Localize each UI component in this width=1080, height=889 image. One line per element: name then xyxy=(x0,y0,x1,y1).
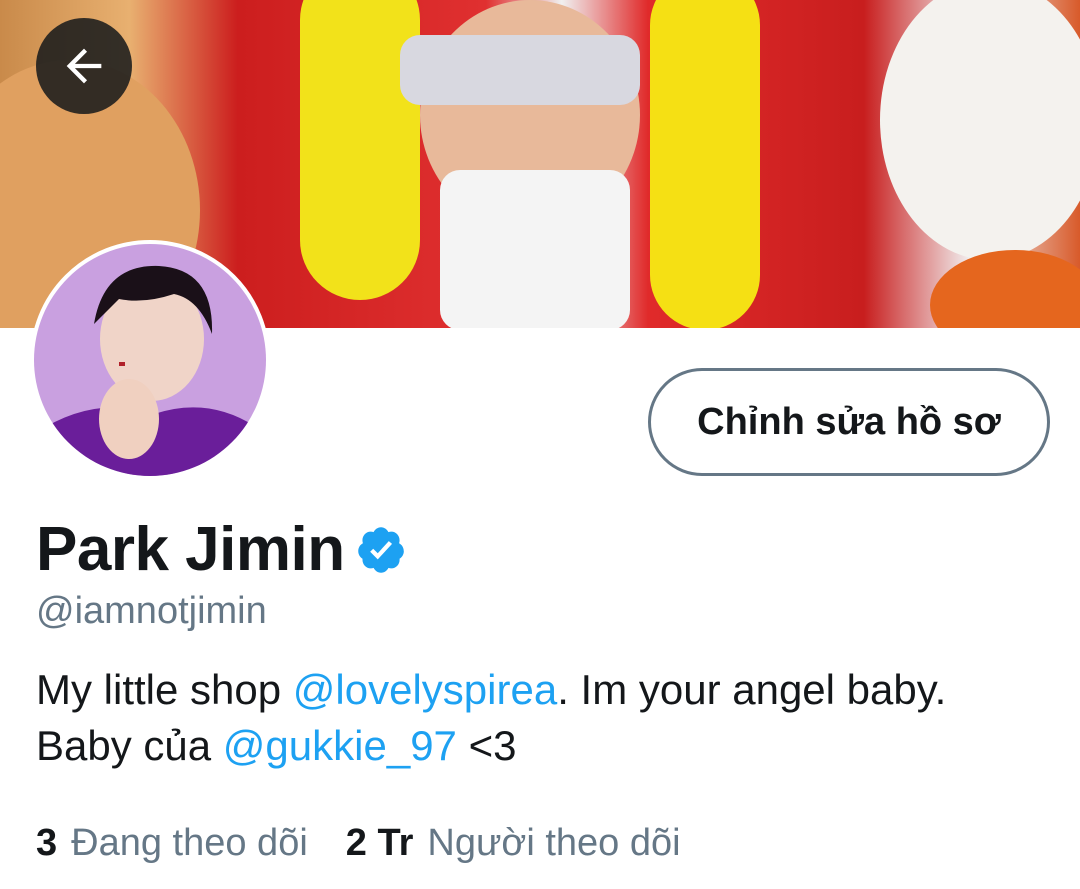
following-label: Đang theo dõi xyxy=(71,822,308,864)
following-stat[interactable]: 3 Đang theo dõi xyxy=(36,822,308,865)
followers-stat[interactable]: 2 Tr Người theo dõi xyxy=(346,822,681,865)
back-button[interactable] xyxy=(36,18,132,114)
avatar[interactable] xyxy=(30,240,270,480)
edit-profile-button[interactable]: Chỉnh sửa hồ sơ xyxy=(648,368,1050,476)
bio-mention-link[interactable]: @lovelyspirea xyxy=(293,666,557,713)
arrow-left-icon xyxy=(66,48,102,84)
followers-count: 2 Tr xyxy=(345,822,414,864)
profile-name-row: Park Jimin xyxy=(36,514,407,585)
profile-stats: 3 Đang theo dõi 2 Tr Người theo dõi xyxy=(36,822,681,865)
verified-badge-icon xyxy=(357,526,404,573)
profile-bio: My little shop @lovelyspirea. Im your an… xyxy=(36,662,1046,774)
bio-text: My little shop xyxy=(36,666,293,713)
followers-label: Người theo dõi xyxy=(427,822,681,864)
bio-text: <3 xyxy=(456,722,517,769)
avatar-photo xyxy=(34,244,266,476)
bio-mention-link[interactable]: @gukkie_97 xyxy=(223,722,457,769)
profile-handle: @iamnotjimin xyxy=(36,590,267,632)
profile-name: Park Jimin xyxy=(36,515,345,584)
following-count: 3 xyxy=(36,822,58,864)
